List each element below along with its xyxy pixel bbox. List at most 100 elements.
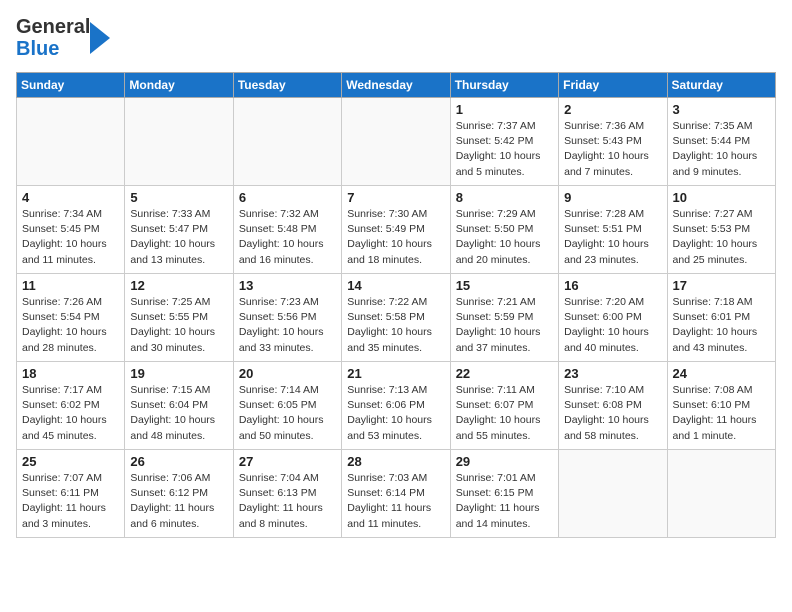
day-info: Sunrise: 7:23 AMSunset: 5:56 PMDaylight:…	[239, 295, 336, 356]
calendar-cell	[233, 98, 341, 186]
calendar-header-row: SundayMondayTuesdayWednesdayThursdayFrid…	[17, 73, 776, 98]
day-info: Sunrise: 7:13 AMSunset: 6:06 PMDaylight:…	[347, 383, 444, 444]
col-header-thursday: Thursday	[450, 73, 558, 98]
calendar-table: SundayMondayTuesdayWednesdayThursdayFrid…	[16, 72, 776, 538]
day-info: Sunrise: 7:04 AMSunset: 6:13 PMDaylight:…	[239, 471, 336, 532]
col-header-wednesday: Wednesday	[342, 73, 450, 98]
day-number: 1	[456, 102, 553, 117]
logo: General Blue	[16, 16, 118, 60]
day-info: Sunrise: 7:07 AMSunset: 6:11 PMDaylight:…	[22, 471, 119, 532]
calendar-cell	[667, 450, 775, 538]
day-info: Sunrise: 7:11 AMSunset: 6:07 PMDaylight:…	[456, 383, 553, 444]
day-number: 13	[239, 278, 336, 293]
day-number: 11	[22, 278, 119, 293]
day-info: Sunrise: 7:03 AMSunset: 6:14 PMDaylight:…	[347, 471, 444, 532]
calendar-cell: 18 Sunrise: 7:17 AMSunset: 6:02 PMDayligh…	[17, 362, 125, 450]
calendar-cell: 25 Sunrise: 7:07 AMSunset: 6:11 PMDayligh…	[17, 450, 125, 538]
calendar-cell	[125, 98, 233, 186]
calendar-cell: 15Sunrise: 7:21 AMSunset: 5:59 PMDayligh…	[450, 274, 558, 362]
calendar-cell: 14 Sunrise: 7:22 AMSunset: 5:58 PMDayligh…	[342, 274, 450, 362]
day-info: Sunrise: 7:17 AMSunset: 6:02 PMDaylight:…	[22, 383, 119, 444]
day-info: Sunrise: 7:27 AMSunset: 5:53 PMDaylight:…	[673, 207, 770, 268]
day-number: 7	[347, 190, 444, 205]
calendar-cell: 12 Sunrise: 7:25 AMSunset: 5:55 PMDayligh…	[125, 274, 233, 362]
day-info: Sunrise: 7:33 AMSunset: 5:47 PMDaylight:…	[130, 207, 227, 268]
calendar-cell: 17 Sunrise: 7:18 AMSunset: 6:01 PMDayligh…	[667, 274, 775, 362]
day-number: 29	[456, 454, 553, 469]
calendar-cell	[559, 450, 667, 538]
day-number: 27	[239, 454, 336, 469]
col-header-monday: Monday	[125, 73, 233, 98]
day-number: 24	[673, 366, 770, 381]
day-number: 14	[347, 278, 444, 293]
col-header-saturday: Saturday	[667, 73, 775, 98]
day-info: Sunrise: 7:08 AMSunset: 6:10 PMDaylight:…	[673, 383, 770, 444]
week-row-1: 1 Sunrise: 7:37 AMSunset: 5:42 PMDaylight…	[17, 98, 776, 186]
day-number: 21	[347, 366, 444, 381]
calendar-cell: 20 Sunrise: 7:14 AMSunset: 6:05 PMDayligh…	[233, 362, 341, 450]
calendar-cell: 9 Sunrise: 7:28 AMSunset: 5:51 PMDaylight…	[559, 186, 667, 274]
calendar-cell: 2 Sunrise: 7:36 AMSunset: 5:43 PMDaylight…	[559, 98, 667, 186]
day-info: Sunrise: 7:10 AMSunset: 6:08 PMDaylight:…	[564, 383, 661, 444]
week-row-5: 25 Sunrise: 7:07 AMSunset: 6:11 PMDayligh…	[17, 450, 776, 538]
day-info: Sunrise: 7:01 AMSunset: 6:15 PMDaylight:…	[456, 471, 553, 532]
calendar-cell: 4 Sunrise: 7:34 AMSunset: 5:45 PMDaylight…	[17, 186, 125, 274]
day-info: Sunrise: 7:29 AMSunset: 5:50 PMDaylight:…	[456, 207, 553, 268]
calendar-cell: 11 Sunrise: 7:26 AMSunset: 5:54 PMDayligh…	[17, 274, 125, 362]
week-row-2: 4 Sunrise: 7:34 AMSunset: 5:45 PMDaylight…	[17, 186, 776, 274]
day-number: 3	[673, 102, 770, 117]
day-number: 4	[22, 190, 119, 205]
day-number: 25	[22, 454, 119, 469]
week-row-3: 11 Sunrise: 7:26 AMSunset: 5:54 PMDayligh…	[17, 274, 776, 362]
calendar-cell: 6 Sunrise: 7:32 AMSunset: 5:48 PMDaylight…	[233, 186, 341, 274]
day-number: 6	[239, 190, 336, 205]
day-info: Sunrise: 7:26 AMSunset: 5:54 PMDaylight:…	[22, 295, 119, 356]
calendar-cell: 26 Sunrise: 7:06 AMSunset: 6:12 PMDayligh…	[125, 450, 233, 538]
day-number: 17	[673, 278, 770, 293]
calendar-cell	[342, 98, 450, 186]
day-number: 12	[130, 278, 227, 293]
page-header: General Blue	[16, 16, 776, 60]
day-info: Sunrise: 7:35 AMSunset: 5:44 PMDaylight:…	[673, 119, 770, 180]
col-header-friday: Friday	[559, 73, 667, 98]
day-number: 20	[239, 366, 336, 381]
day-number: 2	[564, 102, 661, 117]
day-number: 8	[456, 190, 553, 205]
day-info: Sunrise: 7:30 AMSunset: 5:49 PMDaylight:…	[347, 207, 444, 268]
calendar-cell: 24 Sunrise: 7:08 AMSunset: 6:10 PMDayligh…	[667, 362, 775, 450]
day-number: 18	[22, 366, 119, 381]
day-number: 23	[564, 366, 661, 381]
col-header-tuesday: Tuesday	[233, 73, 341, 98]
week-row-4: 18 Sunrise: 7:17 AMSunset: 6:02 PMDayligh…	[17, 362, 776, 450]
day-info: Sunrise: 7:34 AMSunset: 5:45 PMDaylight:…	[22, 207, 119, 268]
calendar-cell: 1 Sunrise: 7:37 AMSunset: 5:42 PMDaylight…	[450, 98, 558, 186]
calendar-cell: 7 Sunrise: 7:30 AMSunset: 5:49 PMDaylight…	[342, 186, 450, 274]
calendar-cell: 21 Sunrise: 7:13 AMSunset: 6:06 PMDayligh…	[342, 362, 450, 450]
calendar-cell: 28Sunrise: 7:03 AMSunset: 6:14 PMDayligh…	[342, 450, 450, 538]
calendar-cell: 10 Sunrise: 7:27 AMSunset: 5:53 PMDayligh…	[667, 186, 775, 274]
calendar-cell: 5Sunrise: 7:33 AMSunset: 5:47 PMDaylight…	[125, 186, 233, 274]
calendar-cell: 3 Sunrise: 7:35 AMSunset: 5:44 PMDaylight…	[667, 98, 775, 186]
day-info: Sunrise: 7:06 AMSunset: 6:12 PMDaylight:…	[130, 471, 227, 532]
day-info: Sunrise: 7:18 AMSunset: 6:01 PMDaylight:…	[673, 295, 770, 356]
day-number: 22	[456, 366, 553, 381]
day-info: Sunrise: 7:37 AMSunset: 5:42 PMDaylight:…	[456, 119, 553, 180]
day-info: Sunrise: 7:28 AMSunset: 5:51 PMDaylight:…	[564, 207, 661, 268]
day-info: Sunrise: 7:20 AMSunset: 6:00 PMDaylight:…	[564, 295, 661, 356]
calendar-cell: 23 Sunrise: 7:10 AMSunset: 6:08 PMDayligh…	[559, 362, 667, 450]
calendar-cell: 22 Sunrise: 7:11 AMSunset: 6:07 PMDayligh…	[450, 362, 558, 450]
calendar-cell	[17, 98, 125, 186]
day-number: 9	[564, 190, 661, 205]
calendar-cell: 19Sunrise: 7:15 AMSunset: 6:04 PMDayligh…	[125, 362, 233, 450]
day-info: Sunrise: 7:21 AMSunset: 5:59 PMDaylight:…	[456, 295, 553, 356]
day-info: Sunrise: 7:22 AMSunset: 5:58 PMDaylight:…	[347, 295, 444, 356]
calendar-cell: 29 Sunrise: 7:01 AMSunset: 6:15 PMDayligh…	[450, 450, 558, 538]
day-info: Sunrise: 7:15 AMSunset: 6:04 PMDaylight:…	[130, 383, 227, 444]
day-info: Sunrise: 7:14 AMSunset: 6:05 PMDaylight:…	[239, 383, 336, 444]
day-number: 26	[130, 454, 227, 469]
day-info: Sunrise: 7:36 AMSunset: 5:43 PMDaylight:…	[564, 119, 661, 180]
calendar-cell: 8 Sunrise: 7:29 AMSunset: 5:50 PMDaylight…	[450, 186, 558, 274]
day-number: 10	[673, 190, 770, 205]
day-info: Sunrise: 7:25 AMSunset: 5:55 PMDaylight:…	[130, 295, 227, 356]
day-info: Sunrise: 7:32 AMSunset: 5:48 PMDaylight:…	[239, 207, 336, 268]
